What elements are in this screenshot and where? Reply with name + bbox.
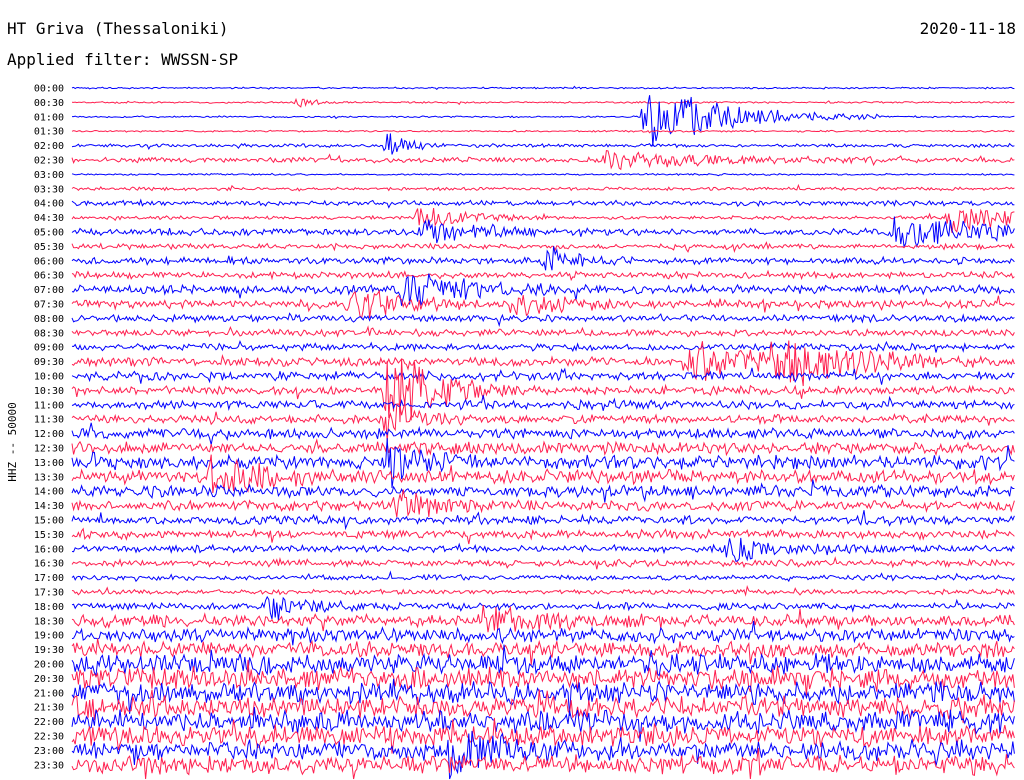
trace-0030 (71, 97, 1015, 108)
trace-0430 (71, 208, 1015, 233)
time-tick-0730: 07:30 (34, 300, 64, 311)
trace-0830 (71, 325, 1015, 338)
time-tick-0430: 04:30 (34, 213, 64, 224)
trace-1430 (71, 489, 1015, 518)
seismogram-plot: 00:00 00:30 01:00 01:30 02:00 02:30 03:00 03:30… (34, 84, 1015, 780)
time-tick-1530: 15:30 (34, 530, 64, 541)
time-tick-1830: 18:30 (34, 616, 64, 627)
trace-2100 (71, 678, 1015, 716)
time-tick-2130: 21:30 (34, 703, 64, 714)
time-tick-1230: 12:30 (34, 444, 64, 455)
time-tick-1630: 16:30 (34, 559, 64, 570)
trace-0130 (71, 129, 1015, 134)
time-tick-0830: 08:30 (34, 328, 64, 339)
trace-0500 (71, 216, 1015, 248)
time-tick-2300: 23:00 (34, 746, 64, 757)
time-tick-2000: 20:00 (34, 660, 64, 671)
trace-0400 (71, 198, 1015, 209)
time-tick-1730: 17:30 (34, 588, 64, 599)
trace-1800 (71, 595, 1015, 621)
time-tick-1300: 13:00 (34, 458, 64, 469)
time-tick-0630: 06:30 (34, 271, 64, 282)
trace-1030 (71, 358, 1015, 423)
time-tick-0030: 00:30 (34, 98, 64, 109)
time-tick-0700: 07:00 (34, 285, 64, 296)
trace-0200 (71, 133, 1015, 155)
trace-0800 (71, 312, 1015, 328)
time-tick-0130: 01:30 (34, 127, 64, 138)
time-tick-2200: 22:00 (34, 717, 64, 728)
time-tick-1030: 10:30 (34, 386, 64, 397)
time-tick-0300: 03:00 (34, 170, 64, 181)
time-tick-1900: 19:00 (34, 631, 64, 642)
time-tick-0930: 09:30 (34, 357, 64, 368)
trace-1730 (71, 584, 1015, 597)
time-tick-1130: 11:30 (34, 415, 64, 426)
time-tick-2100: 21:00 (34, 688, 64, 699)
time-tick-2330: 23:30 (34, 760, 64, 771)
trace-1200 (71, 422, 1015, 445)
time-tick-labels: 00:00 00:30 01:00 01:30 02:00 02:30 03:00 03:30… (34, 84, 64, 772)
time-tick-1400: 14:00 (34, 487, 64, 498)
time-tick-1930: 19:30 (34, 645, 64, 656)
time-tick-0000: 00:00 (34, 84, 64, 95)
time-tick-0330: 03:30 (34, 184, 64, 195)
trace-0530 (71, 241, 1015, 253)
trace-0330 (71, 183, 1015, 192)
trace-0300 (71, 172, 1015, 177)
trace-1830 (71, 604, 1015, 633)
trace-1630 (71, 556, 1015, 570)
trace-0630 (71, 269, 1015, 282)
trace-0600 (71, 246, 1015, 271)
trace-0000 (71, 85, 1015, 90)
time-tick-0530: 05:30 (34, 242, 64, 253)
trace-1530 (71, 527, 1015, 545)
time-tick-0800: 08:00 (34, 314, 64, 325)
time-tick-2030: 20:30 (34, 674, 64, 685)
trace-1900 (71, 620, 1015, 646)
time-tick-0500: 05:00 (34, 228, 64, 239)
time-tick-0400: 04:00 (34, 199, 64, 210)
time-tick-1330: 13:30 (34, 472, 64, 483)
trace-0900 (71, 339, 1015, 353)
trace-1700 (71, 570, 1015, 583)
time-tick-2230: 22:30 (34, 732, 64, 743)
trace-1600 (71, 537, 1015, 563)
trace-0730 (71, 289, 1015, 320)
time-tick-0900: 09:00 (34, 343, 64, 354)
time-tick-1800: 18:00 (34, 602, 64, 613)
time-tick-0100: 01:00 (34, 112, 64, 123)
time-tick-0200: 02:00 (34, 141, 64, 152)
trace-1100 (71, 395, 1015, 411)
time-tick-1430: 14:30 (34, 501, 64, 512)
time-tick-0230: 02:30 (34, 156, 64, 167)
trace-0230 (71, 150, 1015, 171)
time-tick-1100: 11:00 (34, 400, 64, 411)
time-tick-1700: 17:00 (34, 573, 64, 584)
trace-1230 (71, 438, 1015, 457)
time-tick-0600: 06:00 (34, 256, 64, 267)
time-tick-1500: 15:00 (34, 516, 64, 527)
trace-1500 (71, 510, 1015, 531)
time-tick-1200: 12:00 (34, 429, 64, 440)
time-tick-1600: 16:00 (34, 544, 64, 555)
seismogram-traces (71, 85, 1015, 780)
time-tick-1000: 10:00 (34, 372, 64, 383)
trace-1000 (71, 367, 1015, 385)
